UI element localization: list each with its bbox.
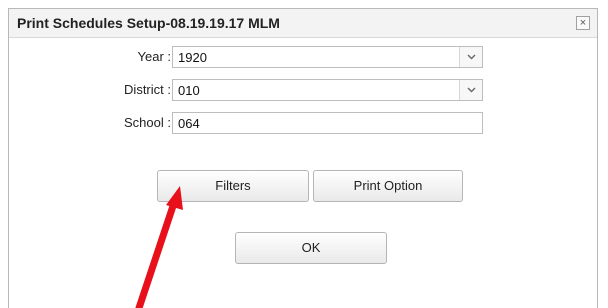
annotation-arrow-shaft xyxy=(135,199,178,308)
annotation-arrow xyxy=(135,186,183,308)
annotation-arrow-head xyxy=(166,186,183,210)
